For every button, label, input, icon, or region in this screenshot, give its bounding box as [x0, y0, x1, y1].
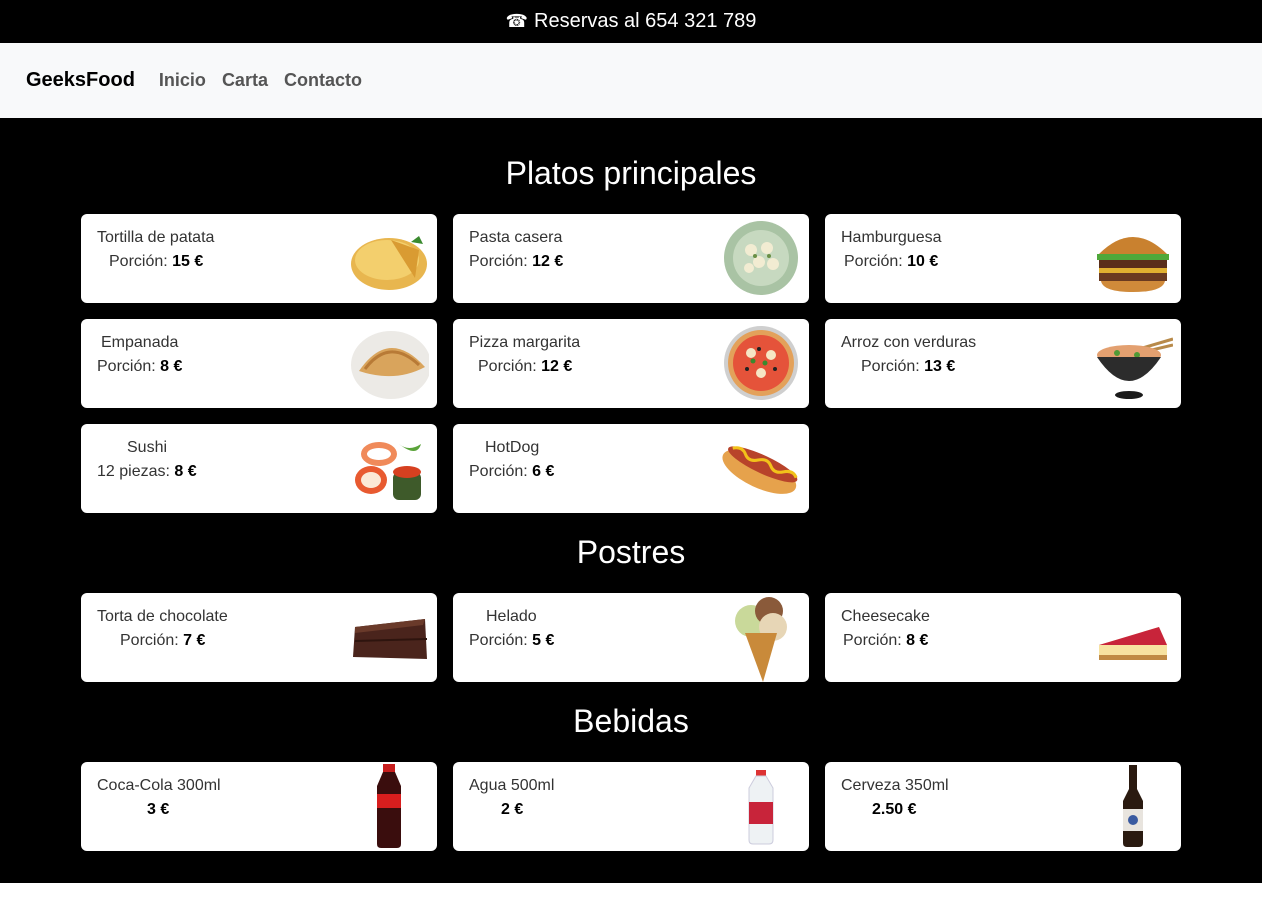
- menu-card: Coca-Cola 300ml 3 €: [81, 762, 437, 851]
- dish-price: Porción: 10 €: [844, 253, 939, 270]
- dish-price: Porción: 6 €: [469, 463, 555, 480]
- nav-link-carta[interactable]: Carta: [222, 70, 268, 91]
- dish-price: Porción: 8 €: [843, 632, 929, 649]
- icecream-image: [721, 593, 801, 682]
- section-title-bebidas: Bebidas: [573, 703, 689, 739]
- navbar: GeeksFood Inicio Carta Contacto: [0, 43, 1262, 118]
- dish-name: Cheesecake: [841, 608, 930, 625]
- pasta-image: [721, 220, 801, 297]
- water-bottle-image: [721, 770, 801, 845]
- menu-card: Agua 500ml 2 €: [453, 762, 809, 851]
- reservation-text: Reservas al 654 321 789: [534, 10, 757, 32]
- nav-link-inicio[interactable]: Inicio: [159, 70, 206, 91]
- dish-price: 12 piezas: 8 €: [97, 463, 197, 480]
- dish-price: Porción: 5 €: [469, 632, 555, 649]
- drink-price: 3 €: [147, 801, 170, 818]
- dish-name: Pasta casera: [469, 229, 563, 246]
- drink-name: Coca-Cola 300ml: [97, 777, 221, 794]
- dish-price: Porción: 7 €: [120, 632, 206, 649]
- menu-card: Torta de chocolate Porción: 7 €: [81, 593, 437, 682]
- dish-name: Arroz con verduras: [841, 334, 977, 351]
- dish-price: Porción: 13 €: [861, 358, 956, 375]
- burger-image: [1093, 220, 1173, 297]
- menu-card: Cerveza 350ml 2.50 €: [825, 762, 1181, 851]
- drink-price: 2 €: [501, 801, 524, 818]
- menu-card: Cheesecake Porción: 8 €: [825, 593, 1181, 682]
- dish-name: Hamburguesa: [841, 229, 942, 246]
- menu-card: Sushi 12 piezas: 8 €: [81, 424, 437, 513]
- dish-name: Sushi: [127, 439, 168, 456]
- cheesecake-image: [1093, 599, 1173, 676]
- section-title-postres: Postres: [576, 534, 686, 570]
- dish-price: Porción: 12 €: [478, 358, 573, 375]
- dish-price: Porción: 12 €: [469, 253, 564, 270]
- dish-name: Torta de chocolate: [97, 608, 228, 625]
- empanada-image: [349, 325, 429, 402]
- dish-price: Porción: 8 €: [97, 358, 183, 375]
- section-title-principales: Platos principales: [505, 155, 757, 191]
- menu-card: Pizza margarita Porción: 12 €: [453, 319, 809, 408]
- menu-card: Pasta casera Porción: 12 €: [453, 214, 809, 303]
- drink-name: Agua 500ml: [469, 777, 555, 794]
- menu-card: Arroz con verduras Porción: 13 €: [825, 319, 1181, 408]
- menu-card: Helado Porción: 5 €: [453, 593, 809, 682]
- dish-name: Pizza margarita: [469, 334, 581, 351]
- drink-name: Cerveza 350ml: [841, 777, 949, 794]
- brand-logo[interactable]: GeeksFood: [26, 69, 135, 92]
- cola-bottle-image: [349, 764, 429, 849]
- menu-content: Platos principales Tortilla de patata Po…: [0, 118, 1262, 883]
- dish-name: Helado: [486, 608, 537, 625]
- menu-card: Tortilla de patata Porción: 15 €: [81, 214, 437, 303]
- menu-card: Empanada Porción: 8 €: [81, 319, 437, 408]
- phone-icon: ☎: [505, 11, 529, 31]
- reservation-bar: ☎ Reservas al 654 321 789: [0, 0, 1262, 43]
- rice-image: [1093, 325, 1173, 402]
- dish-name: Empanada: [101, 334, 179, 351]
- tortilla-image: [349, 220, 429, 297]
- drink-price: 2.50 €: [872, 801, 917, 818]
- dish-name: Tortilla de patata: [97, 229, 215, 246]
- hotdog-image: [721, 430, 801, 507]
- pizza-image: [721, 325, 801, 402]
- menu-card: Hamburguesa Porción: 10 €: [825, 214, 1181, 303]
- cake-image: [349, 599, 429, 676]
- dish-name: HotDog: [485, 439, 540, 456]
- sushi-image: [349, 430, 429, 507]
- dish-price: Porción: 15 €: [109, 253, 204, 270]
- beer-bottle-image: [1093, 765, 1173, 847]
- nav-link-contacto[interactable]: Contacto: [284, 70, 362, 91]
- menu-card: HotDog Porción: 6 €: [453, 424, 809, 513]
